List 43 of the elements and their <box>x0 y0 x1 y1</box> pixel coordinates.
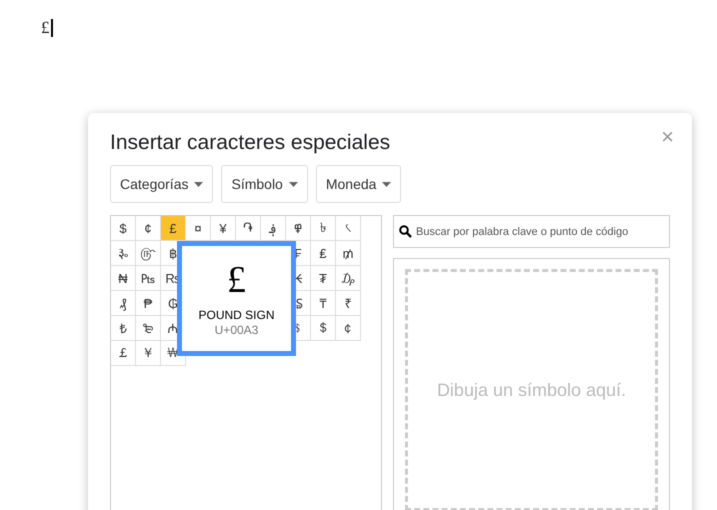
character-cell[interactable]: ₰ <box>111 291 136 316</box>
character-cell[interactable]: ૱ <box>111 241 136 266</box>
character-cell[interactable]: ¤ <box>186 216 211 241</box>
search-field[interactable]: Buscar por palabra clave o punto de código <box>393 215 670 248</box>
character-cell[interactable]: ௹ <box>136 241 161 266</box>
character-cell[interactable]: £ <box>161 216 186 241</box>
character-cell[interactable]: ৻ <box>336 216 361 241</box>
character-cell[interactable]: ߾ <box>286 216 311 241</box>
character-cell[interactable]: ৳ <box>311 216 336 241</box>
character-name: POUND SIGN <box>198 308 274 322</box>
caret-icon <box>382 182 392 186</box>
character-cell[interactable]: ₱ <box>136 291 161 316</box>
character-cell[interactable]: ₯ <box>336 266 361 291</box>
drawing-hint: Dibuja un símbolo aquí. <box>436 380 626 400</box>
character-cell[interactable]: ₸ <box>311 291 336 316</box>
preview-character: £ <box>227 260 246 300</box>
character-cell[interactable]: ₧ <box>136 266 161 291</box>
character-cell[interactable]: ₦ <box>111 266 136 291</box>
character-cell[interactable]: ＄ <box>311 316 336 341</box>
dropdown-button[interactable]: Categorías <box>110 165 214 203</box>
character-cell[interactable]: ¢ <box>136 216 161 241</box>
code-point: U+00A3 <box>214 323 258 337</box>
dialog-title: Insertar caracteres especiales <box>110 131 390 155</box>
character-cell[interactable]: ؋ <box>261 216 286 241</box>
caret-icon <box>194 182 204 186</box>
dropdown-button[interactable]: Símbolo <box>221 165 308 203</box>
dropdown-button[interactable]: Moneda <box>316 165 402 203</box>
character-cell[interactable]: ￠ <box>336 316 361 341</box>
character-cell[interactable]: ￡ <box>111 341 136 366</box>
document-text: £ <box>41 18 50 38</box>
search-icon <box>399 225 412 238</box>
character-cell[interactable]: ¥ <box>211 216 236 241</box>
character-cell[interactable]: ₥ <box>336 241 361 266</box>
character-cell[interactable]: ₹ <box>336 291 361 316</box>
caret-icon <box>288 182 298 186</box>
character-cell[interactable]: ֏ <box>236 216 261 241</box>
text-cursor <box>50 19 52 37</box>
character-cell[interactable]: ₤ <box>311 241 336 266</box>
character-cell[interactable]: ₺ <box>111 316 136 341</box>
character-cell[interactable]: ₮ <box>311 266 336 291</box>
character-cell[interactable]: $ <box>111 216 136 241</box>
character-cell[interactable]: ₻ <box>136 316 161 341</box>
character-cell[interactable]: ￥ <box>136 341 161 366</box>
